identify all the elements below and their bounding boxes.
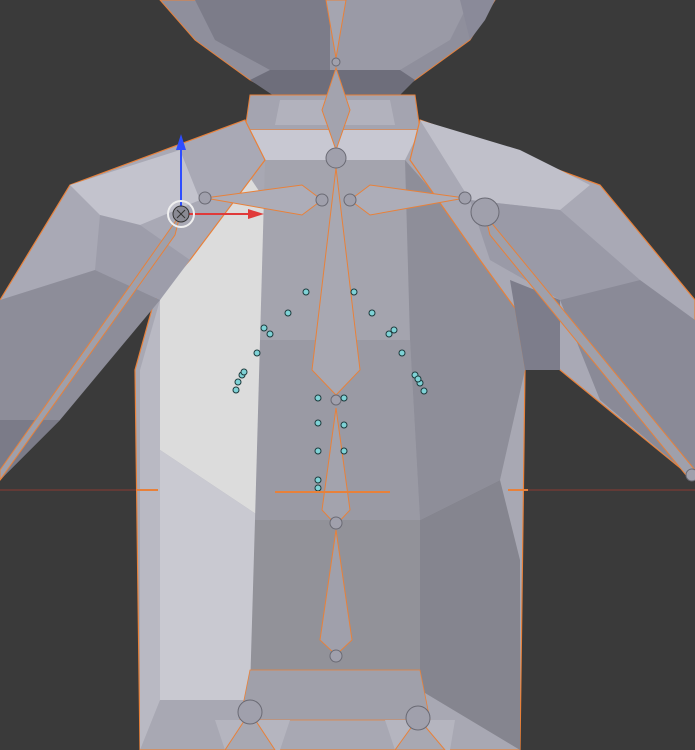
joint-spine-mid (330, 394, 342, 406)
joint-clavicle-left-tip (198, 191, 212, 205)
joint-hip-left (237, 699, 263, 725)
joint-shoulder-right (470, 197, 500, 227)
joint-hand-right (685, 468, 695, 482)
joint-pelvis (329, 649, 343, 663)
joint-head-tail (331, 57, 341, 67)
joint-clavicle-right-tip (458, 191, 472, 205)
joint-clavicle-left-root (315, 193, 329, 207)
joint-hip-right (405, 705, 431, 731)
joint-clavicle-right-root (343, 193, 357, 207)
3d-viewport[interactable] (0, 0, 695, 750)
joint-spine-lower (329, 516, 343, 530)
viewport-canvas[interactable] (0, 0, 695, 750)
joint-neck (325, 147, 347, 169)
